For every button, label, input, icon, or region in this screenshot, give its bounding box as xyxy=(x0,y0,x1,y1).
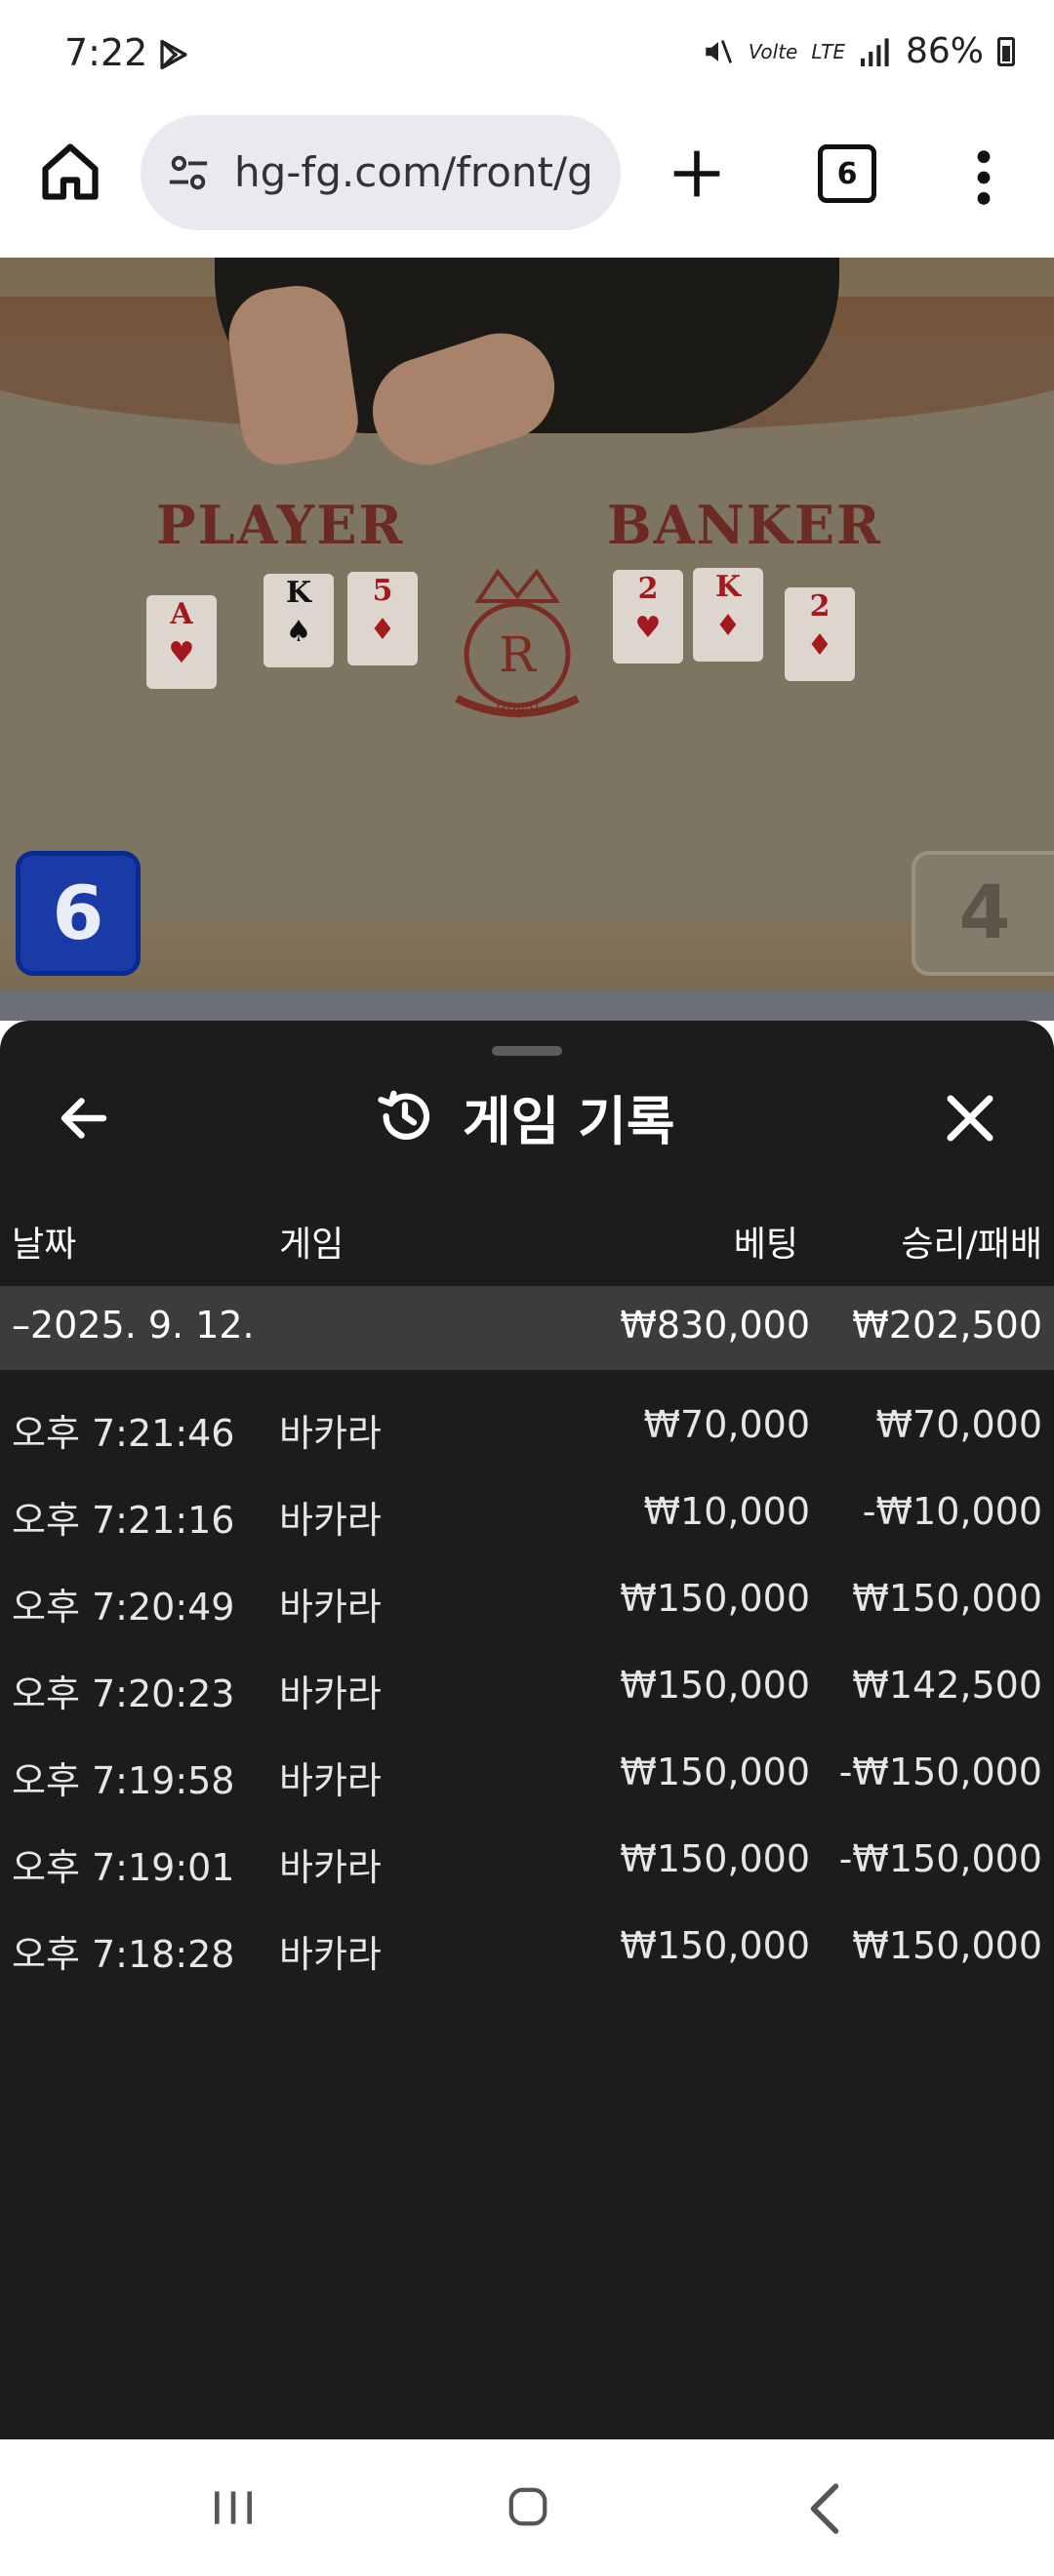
row-time: 오후 7:18:28 xyxy=(12,1933,235,1976)
address-bar[interactable]: hg-fg.com/front/g xyxy=(141,115,621,230)
player-label: PLAYER xyxy=(156,494,405,556)
row-bet: ₩150,000 xyxy=(620,1751,810,1793)
system-navigation-bar xyxy=(0,2439,1054,2576)
roadmap-strip xyxy=(0,991,1054,1021)
table-row[interactable]: 오후 7:18:28 바카라 ₩150,000 ₩150,000 xyxy=(0,1905,1054,1991)
card-rank: K xyxy=(714,570,742,604)
card-rank: K xyxy=(285,576,312,610)
banker-card-1: 2 ♥ xyxy=(613,570,683,664)
player-card-2: K ♠ xyxy=(264,574,334,667)
table-row[interactable]: 오후 7:19:58 바카라 ₩150,000 -₩150,000 xyxy=(0,1731,1054,1817)
more-menu-icon[interactable] xyxy=(966,146,1001,209)
row-time: 오후 7:21:46 xyxy=(12,1412,235,1455)
row-result: -₩150,000 xyxy=(838,1751,1042,1793)
date-summary-row[interactable]: –2025. 9. 12. ₩830,000 ₩202,500 xyxy=(0,1286,1054,1370)
row-time: 오후 7:20:23 xyxy=(12,1672,235,1715)
history-icon xyxy=(378,1090,430,1141)
banker-score-badge: 4 xyxy=(912,851,1054,976)
status-time: 7:22 xyxy=(64,31,148,74)
row-game: 바카라 xyxy=(279,1412,382,1455)
new-tab-icon[interactable] xyxy=(669,146,724,201)
status-icons: Volte LTE 86% xyxy=(702,31,1015,71)
table-row[interactable]: 오후 7:20:23 바카라 ₩150,000 ₩142,500 xyxy=(0,1644,1054,1730)
column-header-date: 날짜 xyxy=(12,1225,77,1265)
banker-label: BANKER xyxy=(607,494,882,556)
summary-result-total: ₩202,500 xyxy=(852,1304,1042,1347)
row-time: 오후 7:19:01 xyxy=(12,1846,235,1889)
card-suit: ♦ xyxy=(806,628,833,663)
column-header-game: 게임 xyxy=(279,1225,345,1265)
card-rank: 2 xyxy=(809,589,831,624)
row-game: 바카라 xyxy=(279,1846,382,1889)
card-suit: ♠ xyxy=(285,615,312,649)
player-score-badge: 6 xyxy=(16,851,141,976)
crest-text: Royal xyxy=(495,700,539,718)
player-card-1: A ♥ xyxy=(146,595,217,689)
row-bet: ₩10,000 xyxy=(643,1490,810,1533)
live-game-video[interactable]: PLAYER BANKER A ♥ K ♠ 5 ♦ R Royal 2 ♥ K … xyxy=(0,258,1054,991)
summary-date: –2025. 9. 12. xyxy=(12,1304,255,1347)
sheet-title: 게임 기록 xyxy=(375,1077,675,1155)
banker-card-3: 2 ♦ xyxy=(785,587,855,681)
row-bet: ₩150,000 xyxy=(620,1924,810,1967)
row-result: ₩150,000 xyxy=(852,1577,1042,1620)
sheet-title-text: 게임 기록 xyxy=(463,1090,675,1152)
row-game: 바카라 xyxy=(279,1672,382,1715)
back-arrow-icon[interactable] xyxy=(55,1089,113,1147)
card-rank: 2 xyxy=(637,572,659,606)
table-row[interactable]: 오후 7:21:46 바카라 ₩70,000 ₩70,000 xyxy=(0,1384,1054,1469)
game-history-sheet: 게임 기록 날짜 게임 베팅 승리/패배 –2025. 9. 12. ₩830,… xyxy=(0,1021,1054,2439)
row-result: ₩150,000 xyxy=(852,1924,1042,1967)
row-game: 바카라 xyxy=(279,1759,382,1802)
status-bar: 7:22 Volte LTE 86% xyxy=(0,0,1054,109)
player-card-3: 5 ♦ xyxy=(347,572,418,665)
banker-card-2: K ♦ xyxy=(693,568,763,662)
back-nav-icon[interactable] xyxy=(802,2480,847,2537)
row-time: 오후 7:20:49 xyxy=(12,1586,235,1629)
column-header-result: 승리/패배 xyxy=(901,1225,1042,1265)
browser-toolbar: hg-fg.com/front/g 6 xyxy=(0,109,1054,258)
play-store-icon xyxy=(160,39,187,70)
row-time: 오후 7:19:58 xyxy=(12,1759,235,1802)
row-bet: ₩150,000 xyxy=(620,1837,810,1880)
battery-percent: 86% xyxy=(905,31,984,71)
volte-indicator: Volte xyxy=(748,39,798,63)
recent-apps-icon[interactable] xyxy=(209,2486,258,2529)
row-result: ₩70,000 xyxy=(875,1403,1042,1446)
mute-icon xyxy=(706,39,732,63)
row-time: 오후 7:21:16 xyxy=(12,1499,235,1542)
row-game: 바카라 xyxy=(279,1933,382,1976)
row-result: -₩150,000 xyxy=(838,1837,1042,1880)
signal-icon xyxy=(860,37,889,66)
row-bet: ₩150,000 xyxy=(620,1664,810,1707)
card-suit: ♥ xyxy=(634,611,662,645)
site-settings-icon[interactable] xyxy=(166,150,211,195)
tab-switcher-button[interactable]: 6 xyxy=(818,144,876,203)
sheet-drag-handle[interactable] xyxy=(492,1046,562,1056)
card-suit: ♦ xyxy=(714,609,742,643)
row-bet: ₩150,000 xyxy=(620,1577,810,1620)
row-result: ₩142,500 xyxy=(852,1664,1042,1707)
close-icon[interactable] xyxy=(941,1089,999,1147)
table-row[interactable]: 오후 7:20:49 바카라 ₩150,000 ₩150,000 xyxy=(0,1557,1054,1643)
network-indicator: LTE xyxy=(811,39,845,63)
battery-icon xyxy=(997,36,1015,66)
card-rank: 5 xyxy=(372,574,393,608)
column-header-bet: 베팅 xyxy=(733,1225,798,1265)
url-text[interactable]: hg-fg.com/front/g xyxy=(234,148,605,196)
home-nav-icon[interactable] xyxy=(506,2482,550,2531)
royal-crest-logo: R Royal xyxy=(455,568,580,718)
row-game: 바카라 xyxy=(279,1499,382,1542)
row-result: -₩10,000 xyxy=(862,1490,1042,1533)
card-suit: ♥ xyxy=(168,636,195,670)
crest-letter: R xyxy=(499,626,537,683)
table-row[interactable]: 오후 7:21:16 바카라 ₩10,000 -₩10,000 xyxy=(0,1470,1054,1556)
row-game: 바카라 xyxy=(279,1586,382,1629)
card-rank: A xyxy=(170,597,193,631)
card-suit: ♦ xyxy=(369,613,396,647)
row-bet: ₩70,000 xyxy=(643,1403,810,1446)
summary-bet-total: ₩830,000 xyxy=(620,1304,810,1347)
table-row[interactable]: 오후 7:19:01 바카라 ₩150,000 -₩150,000 xyxy=(0,1818,1054,1904)
home-icon[interactable] xyxy=(37,139,103,205)
